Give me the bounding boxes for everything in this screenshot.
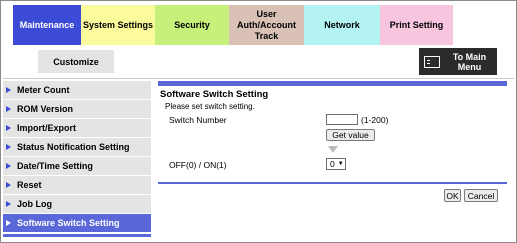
sidebar-item-job-log[interactable]: Job Log <box>3 195 151 213</box>
off-on-label: OFF(0) / ON(1) <box>169 160 227 170</box>
window-frame: Maintenance System Settings Security User A… <box>0 0 517 243</box>
get-value-button[interactable]: Get value <box>326 129 375 141</box>
sidebar: Meter Count ROM Version Import/Export Statu… <box>3 81 151 237</box>
arrow-down-icon <box>328 146 338 153</box>
ok-button[interactable]: OK <box>444 189 461 202</box>
to-main-menu-button[interactable]: To Main Menu <box>419 48 497 75</box>
sidebar-bottom-bar <box>3 234 151 237</box>
sidebar-item-label: Reset <box>17 180 42 190</box>
to-main-menu-label: To Main Menu <box>452 51 487 72</box>
sidebar-item-status-notification-setting[interactable]: Status Notification Setting <box>3 138 151 156</box>
tab-label: User Auth/Account Track <box>237 8 296 41</box>
triangle-right-icon <box>6 220 11 226</box>
tab-label: Maintenance <box>19 19 75 30</box>
bottom-bar <box>158 182 507 184</box>
tab-customize-label: Customize <box>53 56 99 67</box>
tab-system-settings[interactable]: System Settings <box>81 5 155 45</box>
triangle-right-icon <box>6 163 11 169</box>
tab-label: Security <box>174 19 210 30</box>
switch-number-input[interactable] <box>326 114 358 125</box>
tab-user-auth-account-track[interactable]: User Auth/Account Track <box>229 5 304 45</box>
page-title: Software Switch Setting <box>160 89 269 100</box>
triangle-right-icon <box>6 201 11 207</box>
sidebar-item-label: Status Notification Setting <box>17 142 130 152</box>
switch-number-label: Switch Number <box>169 115 227 125</box>
menu-icon <box>424 55 440 68</box>
main-content: Software Switch Setting Please set switc… <box>158 81 507 184</box>
chevron-down-icon: ▼ <box>337 161 344 167</box>
tab-label: System Settings <box>82 19 154 30</box>
tab-network[interactable]: Network <box>304 5 380 45</box>
tab-label: Print Setting <box>389 19 444 30</box>
tab-customize[interactable]: Customize <box>38 50 114 73</box>
triangle-right-icon <box>6 144 11 150</box>
tab-print-setting[interactable]: Print Setting <box>380 5 453 45</box>
sidebar-item-label: Import/Export <box>17 123 77 133</box>
triangle-right-icon <box>6 106 11 112</box>
title-bar <box>158 81 507 86</box>
sidebar-item-meter-count[interactable]: Meter Count <box>3 81 151 99</box>
sidebar-item-label: Software Switch Setting <box>17 218 120 228</box>
triangle-right-icon <box>6 87 11 93</box>
switch-range-hint: (1-200) <box>361 115 389 125</box>
divider <box>3 78 514 79</box>
tab-maintenance[interactable]: Maintenance <box>13 5 81 45</box>
sidebar-item-label: ROM Version <box>17 104 74 114</box>
sidebar-item-label: Job Log <box>17 199 52 209</box>
triangle-right-icon <box>6 182 11 188</box>
sidebar-item-label: Date/Time Setting <box>17 161 93 171</box>
tab-label: Network <box>324 19 360 30</box>
cancel-button[interactable]: Cancel <box>464 189 498 202</box>
instruction-text: Please set switch setting. <box>165 102 255 111</box>
triangle-right-icon <box>6 125 11 131</box>
sidebar-item-import-export[interactable]: Import/Export <box>3 119 151 137</box>
sidebar-item-rom-version[interactable]: ROM Version <box>3 100 151 118</box>
sidebar-item-reset[interactable]: Reset <box>3 176 151 194</box>
off-on-select[interactable]: 0 ▼ <box>326 158 346 170</box>
sidebar-item-date-time-setting[interactable]: Date/Time Setting <box>3 157 151 175</box>
off-on-select-value: 0 <box>330 159 335 169</box>
sidebar-item-software-switch-setting[interactable]: Software Switch Setting <box>3 214 151 232</box>
tab-security[interactable]: Security <box>155 5 229 45</box>
main-tabs: Maintenance System Settings Security User A… <box>13 5 453 45</box>
sidebar-item-label: Meter Count <box>17 85 70 95</box>
